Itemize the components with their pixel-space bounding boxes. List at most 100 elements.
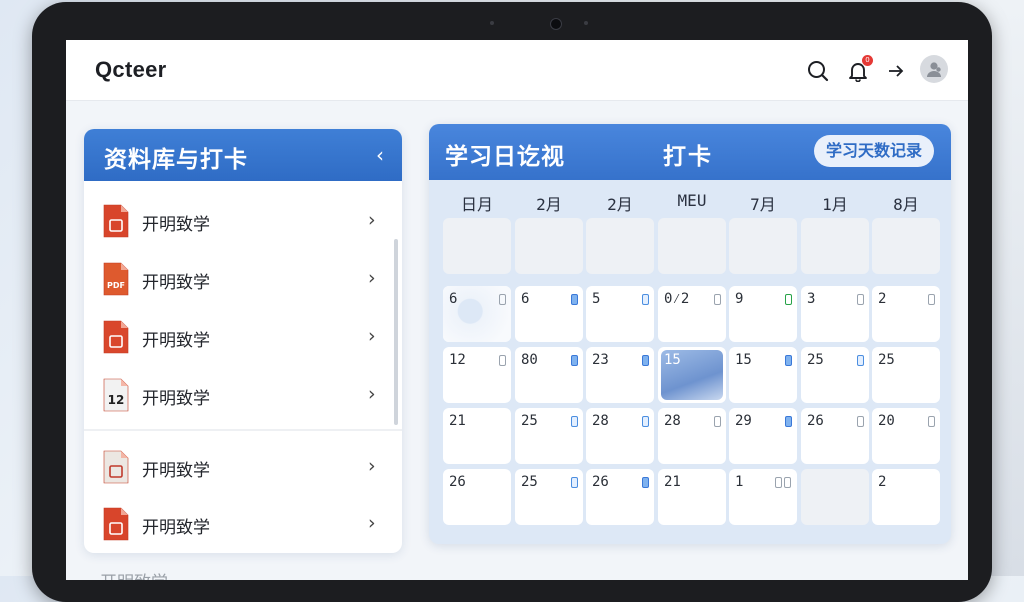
checkin-status-icon: [785, 416, 792, 427]
chevron-right-icon[interactable]: ›: [368, 209, 376, 231]
calendar-day-cell[interactable]: 25: [515, 408, 583, 464]
calendar-day-cell[interactable]: 80: [515, 347, 583, 403]
calendar-day-cell[interactable]: 15: [658, 347, 726, 403]
chevron-right-icon[interactable]: ›: [368, 267, 376, 289]
bell-icon[interactable]: 0: [846, 55, 873, 83]
file-item[interactable]: 开明致学 ›: [84, 193, 394, 251]
calendar-day-cell[interactable]: 1: [729, 469, 797, 525]
calendar-day-cell[interactable]: 5: [586, 286, 654, 342]
file-item[interactable]: 开明致学 ›: [84, 309, 394, 367]
file-item[interactable]: PDF 开明致学 ›: [84, 251, 394, 309]
calendar-day-cell[interactable]: 25: [515, 469, 583, 525]
checkin-status-icon: [571, 355, 578, 366]
day-number: 26: [592, 474, 609, 490]
calendar-header: 学习日讫视 打卡 学习天数记录: [429, 124, 951, 180]
calendar-day-cell[interactable]: [515, 218, 583, 274]
calendar-day-cell[interactable]: 26: [801, 408, 869, 464]
checkin-status-icon: [775, 477, 782, 488]
calendar-day-cell[interactable]: 23: [586, 347, 654, 403]
calendar-day-cell[interactable]: 2: [872, 469, 940, 525]
user-avatar-icon[interactable]: [920, 55, 948, 83]
calendar-day-cell[interactable]: 21: [658, 469, 726, 525]
calendar-day-cell[interactable]: 21: [443, 408, 511, 464]
checkin-status-icon: [571, 416, 578, 427]
calendar-day-cell[interactable]: 15: [729, 347, 797, 403]
day-number: 25: [521, 474, 538, 490]
checkin-status-icon: [571, 294, 578, 305]
study-days-record-button[interactable]: 学习天数记录: [814, 135, 934, 167]
day-number: 21: [664, 474, 681, 490]
day-number: 25: [521, 413, 538, 429]
file-item-label: 开明致学: [142, 461, 210, 481]
sensor-dot: [490, 21, 494, 25]
calendar-day-cell[interactable]: 9: [729, 286, 797, 342]
file-item-label: 开明致学: [142, 273, 210, 293]
arrow-right-icon[interactable]: [884, 59, 908, 83]
calendar-day-cell[interactable]: 6: [515, 286, 583, 342]
calendar-day-cell[interactable]: [586, 218, 654, 274]
day-number: 25: [807, 352, 824, 368]
chevron-right-icon[interactable]: ›: [368, 455, 376, 477]
day-number: 28: [664, 413, 681, 429]
calendar-day-cell[interactable]: 20: [872, 408, 940, 464]
sensor-dot: [584, 21, 588, 25]
chevron-right-icon[interactable]: ›: [368, 325, 376, 347]
search-icon[interactable]: [806, 59, 830, 83]
chevron-right-icon[interactable]: ›: [368, 512, 376, 534]
chevron-right-icon[interactable]: ›: [368, 383, 376, 405]
file-item[interactable]: 开明致学 ›: [84, 439, 394, 497]
checkin-status-icon: [857, 355, 864, 366]
calendar-day-cell[interactable]: 28: [658, 408, 726, 464]
weekday-header: 2月: [536, 195, 562, 214]
resource-library-panel: 资料库与打卡 ‹ 开明致学 › PDF 开明致学 › 开明致学 › 12 开明致学 › 开明致学 › 开…: [84, 129, 402, 553]
calendar-day-cell[interactable]: 3: [801, 286, 869, 342]
list-divider: [84, 429, 402, 431]
day-number: 5: [592, 291, 601, 307]
day-number: 15: [735, 352, 752, 368]
pdf-file-icon: [102, 319, 130, 355]
svg-text:PDF: PDF: [107, 281, 125, 290]
calendar-day-cell[interactable]: [801, 218, 869, 274]
day-number: 6: [521, 291, 530, 307]
calendar-day-cell[interactable]: [872, 218, 940, 274]
pdf-file-icon: [102, 506, 130, 542]
app-title: Qcteer: [95, 57, 167, 82]
pdf-file-icon: [102, 449, 130, 485]
checkin-status-icon: [928, 294, 935, 305]
calendar-day-cell[interactable]: 25: [801, 347, 869, 403]
day-number: 2: [878, 474, 887, 490]
chevron-left-icon[interactable]: ‹: [376, 143, 384, 167]
weekday-header: 2月: [607, 195, 633, 214]
calendar-day-cell[interactable]: [658, 218, 726, 274]
day-number: 23: [592, 352, 609, 368]
calendar-day-cell[interactable]: 6: [443, 286, 511, 342]
pdf-file-icon: 12: [102, 377, 130, 413]
top-bar: Qcteer 0: [66, 40, 968, 101]
calendar-day-cell[interactable]: [801, 469, 869, 525]
calendar-day-cell[interactable]: 28: [586, 408, 654, 464]
checkin-status-icon: [642, 477, 649, 488]
calendar-day-cell[interactable]: 2: [872, 286, 940, 342]
app-screen: Qcteer 0 资料库与打卡 ‹ 开明致学 › PDF 开明致学 › 开明致学 › 12 开明…: [66, 40, 968, 580]
file-item[interactable]: 开明致学 ›: [84, 496, 394, 553]
checkin-status-icon: [499, 355, 506, 366]
partially-visible-list-item: 开明致学: [100, 568, 168, 580]
calendar-day-cell[interactable]: [443, 218, 511, 274]
calendar-day-cell[interactable]: 0⁄2: [658, 286, 726, 342]
day-number: 12: [449, 352, 466, 368]
calendar-day-cell[interactable]: 26: [586, 469, 654, 525]
library-panel-title: 资料库与打卡: [104, 147, 248, 173]
weekday-header: 1月: [822, 195, 848, 214]
file-item[interactable]: 12 开明致学 ›: [84, 367, 394, 425]
calendar-day-cell[interactable]: 25: [872, 347, 940, 403]
calendar-day-cell[interactable]: 12: [443, 347, 511, 403]
file-list-scrollbar[interactable]: [394, 239, 398, 425]
file-item-label: 开明致学: [142, 331, 210, 351]
checkin-status-icon: [857, 294, 864, 305]
weekday-header: 8月: [893, 195, 919, 214]
day-number: 2: [878, 291, 887, 307]
calendar-day-cell[interactable]: [729, 218, 797, 274]
day-number: 25: [878, 352, 895, 368]
calendar-day-cell[interactable]: 26: [443, 469, 511, 525]
calendar-day-cell[interactable]: 29: [729, 408, 797, 464]
